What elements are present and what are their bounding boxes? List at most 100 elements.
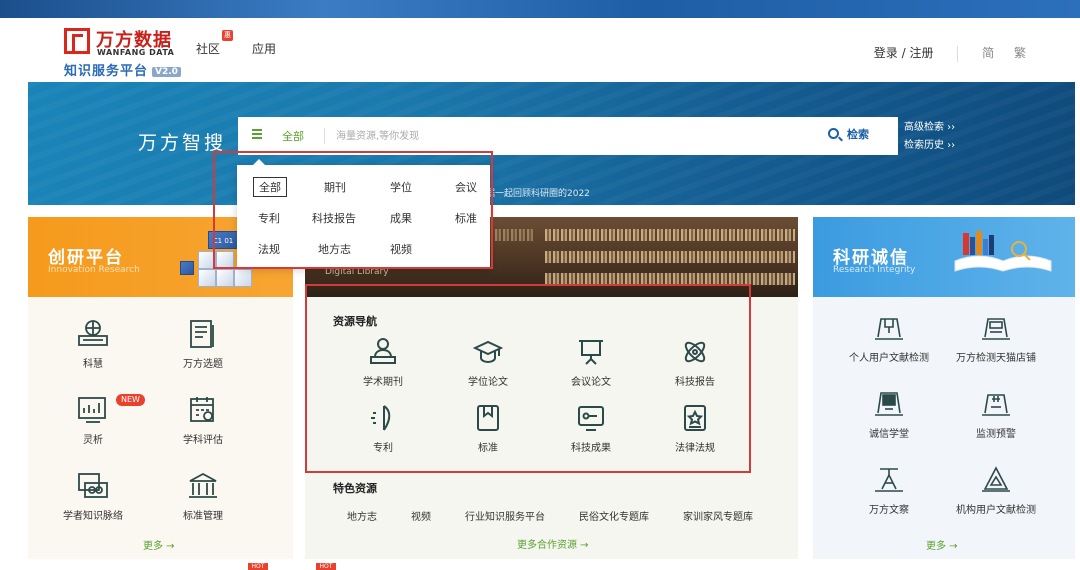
hot-badge: HOT — [248, 563, 268, 570]
search-banner: 万方智搜 全部 检索 高级检索 ›› 检索历史 ›› 方数据一起回顾科研圈的20… — [28, 82, 1075, 205]
site-header: 万方数据 WANFANG DATA 知识服务平台 V2.0 社区 应用 惠 登录 … — [0, 18, 1080, 82]
document-check-icon — [872, 313, 906, 343]
resource-tech-achievement[interactable]: 科技成果 — [541, 403, 641, 454]
resource-label: 专利 — [373, 443, 393, 454]
scope-option-local-chronicle[interactable]: 地方志 — [318, 241, 351, 257]
search-history-link[interactable]: 检索历史 ›› — [904, 137, 955, 155]
scope-option-all[interactable]: 全部 — [253, 177, 287, 197]
scope-option-achievement[interactable]: 成果 — [390, 210, 412, 226]
hot-badge-text: HOT — [319, 563, 333, 570]
tool-subject-assessment[interactable]: 学科评估 — [158, 395, 248, 446]
service-label: 个人用户文献检测 — [849, 353, 929, 364]
special-link-local-chronicle[interactable]: 地方志 — [347, 508, 377, 523]
research-integrity-panel: 科研诚信 Research Integrity 个人用户文献检测 万方检测天猫店… — [813, 217, 1075, 559]
special-link-folk-culture[interactable]: 民俗文化专题库 — [579, 508, 649, 523]
classroom-icon — [872, 389, 906, 419]
brand-logo[interactable]: 万方数据 WANFANG DATA 知识服务平台 V2.0 — [62, 26, 192, 79]
tool-label: 万方选题 — [183, 359, 223, 370]
search-scope-dropdown: 全部 期刊 学位 会议 专利 科技报告 成果 标准 法规 地方志 视频 — [237, 165, 490, 268]
resource-tech-report[interactable]: 科技报告 — [645, 337, 745, 388]
resource-laws[interactable]: 法律法规 — [645, 403, 745, 454]
telescope-icon — [872, 465, 906, 495]
resource-label: 科技成果 — [571, 443, 611, 454]
scope-option-standard[interactable]: 标准 — [455, 210, 477, 226]
resource-patent[interactable]: 专利 — [333, 403, 433, 454]
service-tmall-shop[interactable]: 万方检测天猫店铺 — [951, 313, 1041, 364]
nav-apps[interactable]: 应用 — [252, 40, 276, 57]
service-label: 万方检测天猫店铺 — [956, 353, 1036, 364]
service-label: 诚信学堂 — [869, 429, 909, 440]
menu-icon[interactable] — [252, 129, 262, 139]
research-integrity-header[interactable]: 科研诚信 Research Integrity — [813, 217, 1075, 297]
user-area: 登录 / 注册 简 繁 — [874, 44, 1026, 62]
warning-monitor-icon — [979, 389, 1013, 419]
person-desk-icon — [368, 337, 398, 367]
tool-kehui[interactable]: 科慧 — [48, 319, 138, 370]
resource-center-panel: 资源导航 学术期刊 学位论文 会议论文 科技报告 专利 标准 科技成果 法律法规… — [305, 297, 798, 559]
divider — [324, 128, 325, 144]
search-input[interactable] — [336, 126, 806, 146]
resource-standard[interactable]: 标准 — [438, 403, 538, 454]
scope-option-patent[interactable]: 专利 — [258, 210, 280, 226]
presentation-board-icon — [576, 337, 606, 367]
tool-standard-management[interactable]: 标准管理 — [158, 471, 248, 522]
service-monitoring-warning[interactable]: 监测预警 — [951, 389, 1041, 440]
special-link-family-tradition[interactable]: 家训家风专题库 — [683, 508, 753, 523]
tool-wanfang-topic[interactable]: 万方选题 — [158, 319, 248, 370]
atom-icon — [680, 337, 710, 367]
login-register-link[interactable]: 登录 / 注册 — [874, 46, 934, 60]
tool-label: 学者知识脉络 — [63, 511, 123, 522]
tool-scholar-context[interactable]: 学者知识脉络 — [48, 471, 138, 522]
search-button-label: 检索 — [847, 128, 869, 141]
service-label: 万方文察 — [869, 505, 909, 516]
resource-conference[interactable]: 会议论文 — [541, 337, 641, 388]
service-wenchá[interactable]: 万方文察 — [844, 465, 934, 516]
advanced-search-link[interactable]: 高级检索 ›› — [904, 119, 955, 137]
search-button[interactable]: 检索 — [828, 126, 892, 146]
tool-label: 学科评估 — [183, 435, 223, 446]
service-integrity-class[interactable]: 诚信学堂 — [844, 389, 934, 440]
scope-option-regulation[interactable]: 法规 — [258, 241, 280, 257]
panel-subtitle: Research Integrity — [833, 265, 916, 275]
scope-option-degree[interactable]: 学位 — [390, 179, 412, 195]
more-link[interactable]: 更多 → — [926, 537, 958, 552]
service-institution-check[interactable]: 机构用户文献检测 — [951, 465, 1041, 516]
shop-icon — [979, 313, 1013, 343]
resource-label: 学术期刊 — [363, 377, 403, 388]
new-badge: NEW — [116, 394, 145, 406]
tool-label: 科慧 — [83, 359, 103, 370]
scope-option-tech-report[interactable]: 科技报告 — [312, 210, 356, 226]
scope-option-conference[interactable]: 会议 — [455, 179, 477, 195]
nav-community[interactable]: 社区 — [196, 40, 220, 57]
more-link[interactable]: 更多 → — [143, 537, 175, 552]
logo-mark-icon — [64, 28, 90, 54]
special-link-video[interactable]: 视频 — [411, 508, 431, 523]
resource-degree[interactable]: 学位论文 — [438, 337, 538, 388]
top-banner-strip — [0, 0, 1080, 18]
resource-nav-title: 资源导航 — [333, 315, 377, 328]
building-icon — [186, 471, 220, 501]
brand-version: V2.0 — [152, 66, 181, 77]
special-resources-title: 特色资源 — [333, 482, 377, 495]
tool-label: 灵析 — [83, 435, 103, 446]
resource-journal[interactable]: 学术期刊 — [333, 337, 433, 388]
search-title: 万方智搜 — [138, 132, 227, 154]
scope-option-video[interactable]: 视频 — [390, 241, 412, 257]
more-partners-link[interactable]: 更多合作资源 → — [517, 536, 589, 551]
search-links: 高级检索 ›› 检索历史 ›› — [904, 119, 955, 155]
scholar-card-icon — [76, 471, 110, 501]
document-icon — [186, 319, 220, 349]
lang-simplified-button[interactable]: 简 — [982, 46, 994, 60]
bookmark-icon — [473, 403, 503, 433]
star-document-icon — [680, 403, 710, 433]
search-scope-selector[interactable]: 全部 — [282, 128, 304, 144]
special-link-industry-platform[interactable]: 行业知识服务平台 — [465, 508, 545, 523]
search-bar: 全部 检索 — [238, 117, 898, 155]
service-personal-check[interactable]: 个人用户文献检测 — [844, 313, 934, 364]
lang-traditional-button[interactable]: 繁 — [1014, 46, 1026, 60]
scope-option-journal[interactable]: 期刊 — [324, 179, 346, 195]
search-icon — [828, 128, 839, 139]
institution-check-icon — [979, 465, 1013, 495]
hot-badge: HOT — [316, 563, 336, 570]
service-label: 机构用户文献检测 — [956, 505, 1036, 516]
